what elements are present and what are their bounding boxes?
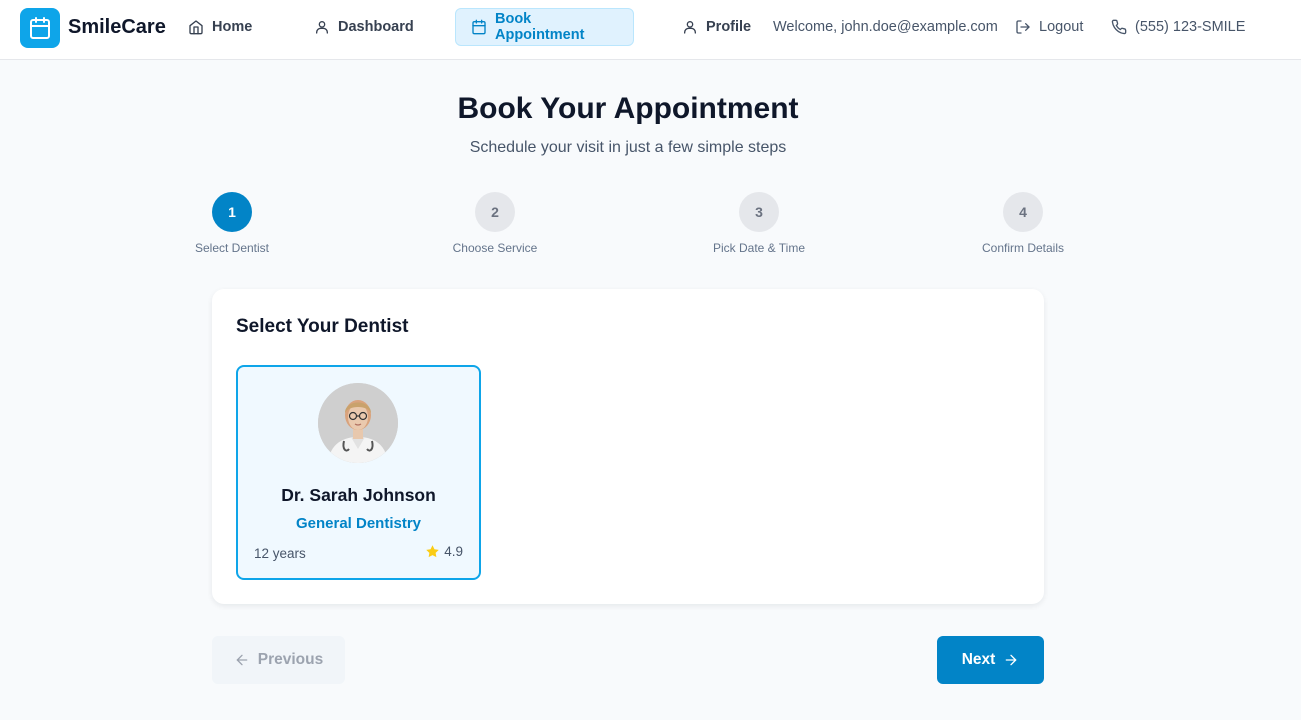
- previous-label: Previous: [257, 651, 324, 668]
- brand-name[interactable]: SmileCare: [68, 16, 166, 39]
- brand-logo[interactable]: [20, 8, 60, 48]
- logout-label: Logout: [1039, 19, 1084, 35]
- nav-book-label: Book Appointment: [495, 11, 585, 43]
- step-label: Confirm Details: [981, 241, 1065, 255]
- step-label: Select Dentist: [194, 241, 270, 255]
- nav-home[interactable]: Home: [188, 8, 252, 46]
- logout-icon: [1016, 20, 1030, 34]
- step-label: Pick Date & Time: [712, 241, 806, 255]
- dentist-name: Dr. Sarah Johnson: [281, 485, 436, 505]
- top-nav: SmileCare Home Dashboard Book Appointmen…: [0, 0, 1301, 60]
- dentist-card[interactable]: Dr. Sarah Johnson General Dentistry 12 y…: [236, 365, 481, 580]
- dentist-specialty: General Dentistry: [295, 515, 422, 532]
- step-label: Choose Service: [452, 241, 538, 255]
- arrow-left-icon: [236, 654, 248, 666]
- dentist-experience: 12 years: [254, 546, 306, 561]
- next-label: Next: [961, 651, 996, 668]
- arrow-right-icon: [1005, 654, 1017, 666]
- nav-dashboard-label: Dashboard: [338, 19, 414, 35]
- step-number: 2: [475, 192, 515, 232]
- dentist-rating: 4.9: [425, 544, 463, 559]
- step-1[interactable]: 1 Select Dentist: [172, 192, 292, 255]
- nav-dashboard[interactable]: Dashboard: [314, 8, 414, 46]
- page-subtitle: Schedule your visit in just a few simple…: [469, 139, 787, 156]
- star-icon: [426, 545, 439, 558]
- user-icon: [316, 21, 328, 34]
- welcome-text: Welcome, john.doe@example.com: [773, 19, 998, 35]
- phone-contact[interactable]: (555) 123-SMILE: [1111, 8, 1245, 46]
- rating-value: 4.9: [444, 544, 463, 559]
- step-number: 3: [739, 192, 779, 232]
- previous-button[interactable]: Previous: [212, 636, 345, 684]
- card-title: Select Your Dentist: [236, 316, 409, 337]
- nav-profile[interactable]: Profile: [682, 8, 751, 46]
- next-button[interactable]: Next: [937, 636, 1044, 684]
- phone-icon: [1111, 19, 1127, 35]
- step-number: 1: [212, 192, 252, 232]
- step-2[interactable]: 2 Choose Service: [435, 192, 555, 255]
- page-title: Book Your Appointment: [457, 92, 799, 125]
- phone-label: (555) 123-SMILE: [1135, 19, 1246, 35]
- avatar: [318, 383, 398, 463]
- nav-profile-label: Profile: [706, 19, 752, 35]
- home-icon: [189, 20, 203, 35]
- calendar-icon: [30, 17, 50, 39]
- step-3[interactable]: 3 Pick Date & Time: [699, 192, 819, 255]
- step-number: 4: [1003, 192, 1043, 232]
- user-icon: [684, 21, 696, 34]
- logout-button[interactable]: Logout: [1015, 8, 1083, 46]
- step-4[interactable]: 4 Confirm Details: [963, 192, 1083, 255]
- nav-book-appointment[interactable]: Book Appointment: [455, 8, 634, 46]
- calendar-icon: [472, 19, 486, 35]
- nav-home-label: Home: [212, 19, 253, 35]
- dentist-selection-card: Select Your Dentist Dr. Sarah Johnson Ge…: [212, 289, 1044, 604]
